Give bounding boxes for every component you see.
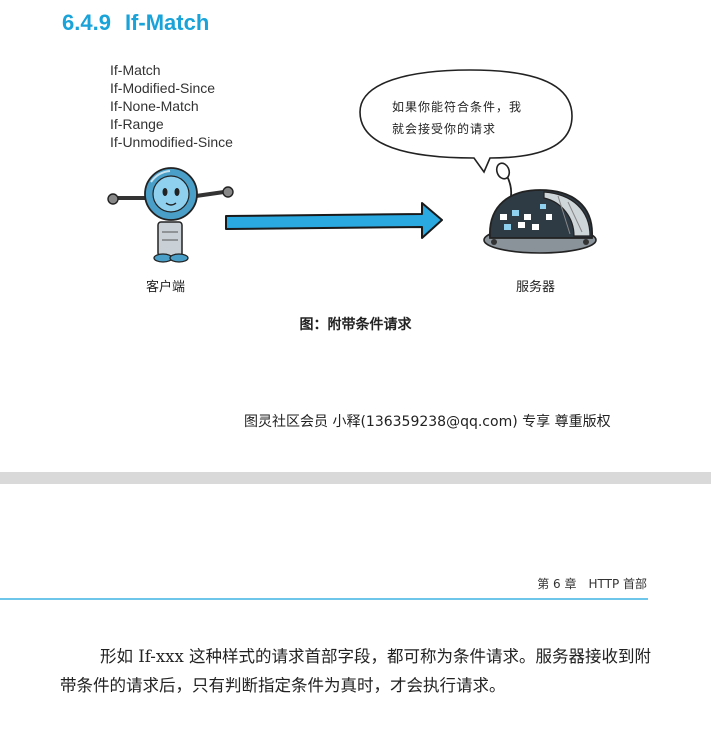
speech-bubble-line: 就会接受你的请求 [392, 122, 497, 136]
client-robot-icon [107, 167, 234, 263]
client-label: 客户端 [146, 280, 186, 295]
server-label: 服务器 [516, 280, 556, 295]
speech-bubble-text: 如果你能符合条件，我 就会接受你的请求 [392, 96, 552, 140]
speech-bubble-line: 如果你能符合条件，我 [392, 100, 523, 114]
chapter-header: 第 6 章 HTTP 首部 [537, 577, 647, 591]
server-robot-icon [483, 162, 597, 254]
request-arrow-icon [225, 202, 443, 239]
watermark-text: 图灵社区会员 小释(136359238@qq.com) 专享 尊重版权 [244, 414, 611, 430]
page-divider [0, 472, 711, 484]
body-paragraph: 形如 If-xxx 这种样式的请求首部字段，都可称为条件请求。服务器接收到附带条… [60, 647, 652, 695]
figure-caption: 图：附带条件请求 [299, 317, 412, 333]
figure-illustration [107, 69, 597, 263]
chapter-rule [0, 598, 648, 600]
